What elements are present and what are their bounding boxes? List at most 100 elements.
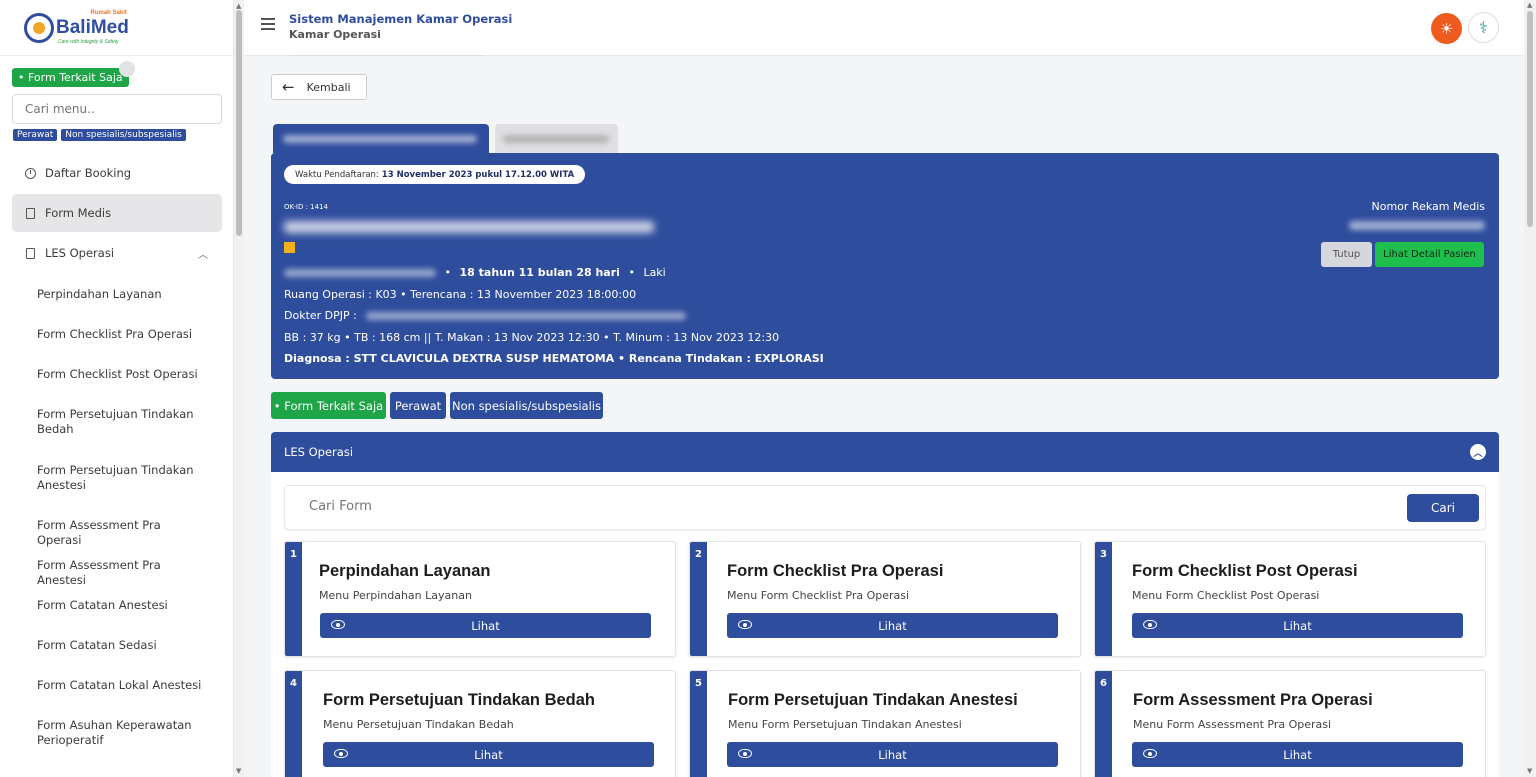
chevron-up-icon[interactable]: ︿ — [198, 246, 208, 261]
brand-tagline: Care with Integrity & Safety — [58, 38, 119, 45]
form-search-bar: Cari — [284, 485, 1486, 530]
form-card-title: Form Persetujuan Tindakan Anestesi — [728, 691, 1018, 709]
brand-top-tag: Rumah Sakit — [90, 9, 127, 16]
sidebar-search-input[interactable] — [12, 94, 222, 124]
sidebar-subitem-checklist-post-operasi[interactable]: Form Checklist Post Operasi — [37, 367, 207, 382]
eye-icon — [738, 620, 752, 629]
back-button[interactable]: ← Kembali — [271, 74, 367, 100]
sidebar-subitem-asuhan-keperawatan[interactable]: Form Asuhan Keperawatan Perioperatif — [37, 718, 207, 748]
patient-room: Ruang Operasi : K03 • Terencana : 13 Nov… — [284, 288, 637, 301]
eye-icon — [1143, 749, 1157, 758]
sidebar-tags: Perawat Non spesialis/subspesialis — [13, 129, 186, 141]
sidebar-item-label: Daftar Booking — [45, 166, 132, 180]
sidebar-subitem-checklist-pra-operasi[interactable]: Form Checklist Pra Operasi — [37, 327, 207, 342]
sidebar-filter-chip[interactable]: • Form Terkait Saja — [12, 68, 129, 87]
section-title: LES Operasi — [284, 445, 354, 459]
sidebar-item-daftar-booking[interactable]: Daftar Booking — [12, 154, 222, 192]
user-avatar[interactable]: ⚕ — [1468, 12, 1499, 43]
form-card-number: 1 — [285, 542, 302, 656]
form-card-description: Menu Form Assessment Pra Operasi — [1133, 718, 1332, 731]
sidebar-item-form-medis[interactable]: Form Medis — [12, 194, 222, 232]
patient-diagnosis: Diagnosa : STT CLAVICULA DEXTRA SUSP HEM… — [284, 352, 824, 365]
close-button[interactable]: Tutup — [1321, 242, 1372, 267]
sidebar-subitem-catatan-anestesi[interactable]: Form Catatan Anestesi — [37, 598, 207, 613]
form-card-description: Menu Form Persetujuan Tindakan Anestesi — [728, 718, 962, 731]
header-divider — [289, 55, 483, 56]
form-card-number: 3 — [1095, 542, 1112, 656]
sidebar-item-les-operasi[interactable]: LES Operasi ︿ — [12, 234, 222, 272]
sidebar-subitem-assessment-pra-anestesi[interactable]: Form Assessment Pra Anestesi — [37, 558, 207, 588]
eye-icon — [334, 749, 348, 758]
main-scroll-thumb[interactable] — [1527, 11, 1533, 227]
section-header-les-operasi[interactable]: LES Operasi ︿ — [271, 432, 1499, 472]
view-button[interactable]: Lihat — [323, 742, 654, 767]
view-button[interactable]: Lihat — [1132, 742, 1463, 767]
scroll-down-icon[interactable]: ▼ — [236, 767, 241, 775]
sidebar-subitem-assessment-pra-operasi[interactable]: Form Assessment Pra Operasi — [37, 518, 207, 548]
medical-record-redacted — [1349, 221, 1485, 230]
registration-time-pill: Waktu Pendaftaran: 13 November 2023 puku… — [284, 165, 586, 184]
page-subtitle: Kamar Operasi — [289, 28, 381, 41]
theme-toggle-sun-icon[interactable]: ☀ — [1431, 13, 1462, 44]
form-card: 2 Form Checklist Pra Operasi Menu Form C… — [689, 541, 1081, 657]
form-card-title: Form Checklist Pra Operasi — [727, 562, 944, 580]
patient-demographics: • 18 tahun 11 bulan 28 hari • Laki — [284, 266, 666, 279]
eye-icon — [331, 620, 345, 629]
sidebar-subitem-persetujuan-bedah[interactable]: Form Persetujuan Tindakan Bedah — [37, 407, 207, 437]
patient-vitals: BB : 37 kg • TB : 168 cm || T. Makan : 1… — [284, 331, 780, 344]
form-card-number: 2 — [690, 542, 707, 656]
sidebar-subitem-catatan-sedasi[interactable]: Form Catatan Sedasi — [37, 638, 207, 653]
document-icon — [25, 207, 35, 219]
scroll-down-icon[interactable]: ▼ — [1527, 767, 1532, 775]
form-card: 6 Form Assessment Pra Operasi Menu Form … — [1094, 670, 1486, 777]
filter-related-only[interactable]: • Form Terkait Saja — [271, 392, 386, 419]
sidebar: Rumah Sakit BaliMed Care with Integrity … — [0, 0, 234, 777]
scroll-up-icon[interactable]: ▲ — [236, 2, 241, 10]
patient-age: 18 tahun 11 bulan 28 hari — [459, 266, 620, 279]
patient-doctor: Dokter DPJP : — [284, 309, 687, 322]
form-card-title: Form Checklist Post Operasi — [1132, 562, 1358, 580]
patient-sex: Laki — [643, 266, 666, 279]
sidebar-subitem-persetujuan-anestesi[interactable]: Form Persetujuan Tindakan Anestesi — [37, 463, 207, 493]
patient-detail-button[interactable]: Lihat Detail Pasien — [1375, 242, 1484, 267]
hamburger-menu-icon[interactable] — [261, 18, 275, 33]
sidebar-scroll-thumb[interactable] — [236, 10, 242, 236]
document-icon — [25, 247, 35, 259]
page-title: Sistem Manajemen Kamar Operasi — [289, 12, 513, 26]
view-button[interactable]: Lihat — [727, 613, 1058, 638]
form-card: 4 Form Persetujuan Tindakan Bedah Menu P… — [284, 670, 676, 777]
arrow-left-icon: ← — [282, 78, 295, 96]
tab-patient-active[interactable] — [273, 124, 489, 153]
form-card-title: Form Assessment Pra Operasi — [1133, 691, 1373, 709]
tab-patient-other[interactable] — [495, 124, 618, 153]
logo-mark-icon — [24, 12, 54, 43]
brand-name: BaliMed — [56, 16, 129, 38]
form-search-input[interactable] — [309, 499, 909, 514]
form-card: 5 Form Persetujuan Tindakan Anestesi Men… — [689, 670, 1081, 777]
main-scrollbar[interactable]: ▲ ▼ — [1524, 0, 1536, 777]
form-card-description: Menu Form Checklist Pra Operasi — [727, 589, 910, 602]
filter-level[interactable]: Non spesialis/subspesialis — [450, 392, 603, 419]
form-card: 1 Perpindahan Layanan Menu Perpindahan L… — [284, 541, 676, 657]
sidebar-scrollbar[interactable]: ▲ ▼ — [234, 0, 244, 777]
sidebar-item-label: Form Medis — [45, 206, 112, 220]
tag-level[interactable]: Non spesialis/subspesialis — [61, 129, 186, 141]
back-button-label: Kembali — [306, 80, 351, 94]
filter-clear-icon[interactable] — [119, 61, 135, 77]
tag-perawat[interactable]: Perawat — [13, 129, 58, 141]
view-button[interactable]: Lihat — [320, 613, 651, 638]
sidebar-subitem-catatan-lokal-anestesi[interactable]: Form Catatan Lokal Anestesi — [37, 678, 207, 693]
brand-logo[interactable]: Rumah Sakit BaliMed Care with Integrity … — [0, 0, 233, 56]
filter-role[interactable]: Perawat — [390, 392, 446, 419]
view-button[interactable]: Lihat — [1132, 613, 1463, 638]
form-card-number: 4 — [285, 671, 302, 777]
scroll-up-icon[interactable]: ▲ — [1527, 1, 1532, 9]
form-card-number: 5 — [690, 671, 707, 777]
chevron-up-icon[interactable]: ︿ — [1470, 444, 1486, 460]
view-button[interactable]: Lihat — [727, 742, 1058, 767]
sidebar-subitem-perpindahan-layanan[interactable]: Perpindahan Layanan — [37, 287, 207, 302]
patient-name-redacted — [284, 221, 654, 233]
search-button[interactable]: Cari — [1407, 494, 1479, 522]
sidebar-item-label: LES Operasi — [45, 246, 115, 260]
form-card-description: Menu Form Checklist Post Operasi — [1132, 589, 1320, 602]
